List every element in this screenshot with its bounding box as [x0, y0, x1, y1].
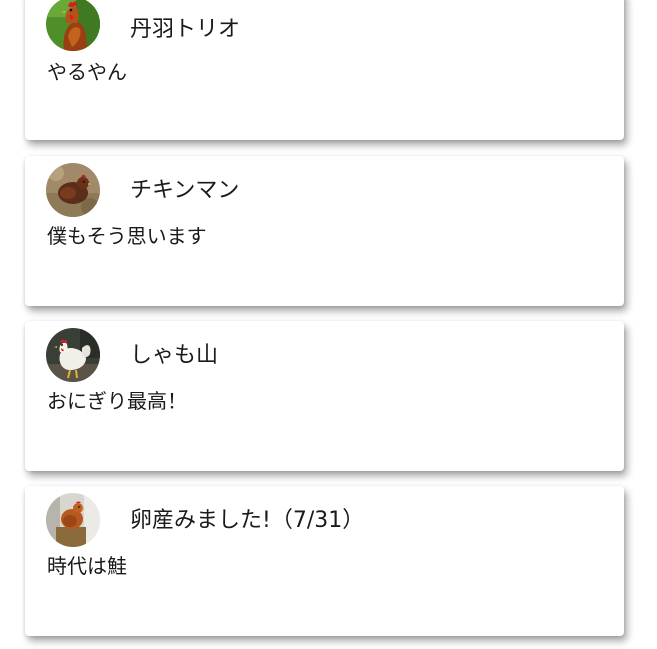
rooster-avatar-icon[interactable]	[46, 0, 100, 51]
comment-text: 時代は鮭	[47, 554, 127, 578]
brown-hen-avatar-icon[interactable]	[46, 493, 100, 547]
comment-feed: 丹羽トリオ やるやん チキンマン 僕もそう思います しゃも山 おにぎり最高！ 卵…	[0, 0, 657, 649]
comment-author: チキンマン	[130, 178, 240, 203]
comment-author: しゃも山	[130, 343, 219, 368]
comment-author: 卵産みました!（7/31）	[130, 508, 365, 533]
comment-card: 卵産みました!（7/31） 時代は鮭	[25, 486, 624, 636]
comment-text: おにぎり最高！	[47, 389, 187, 413]
comment-card: しゃも山 おにぎり最高！	[25, 321, 624, 471]
comment-text: やるやん	[47, 60, 127, 84]
comment-card: 丹羽トリオ やるやん	[25, 0, 624, 140]
comment-text: 僕もそう思います	[47, 224, 207, 248]
comment-card: チキンマン 僕もそう思います	[25, 156, 624, 306]
hen-avatar-icon[interactable]	[46, 163, 100, 217]
white-rooster-avatar-icon[interactable]	[46, 328, 100, 382]
comment-author: 丹羽トリオ	[130, 17, 241, 42]
